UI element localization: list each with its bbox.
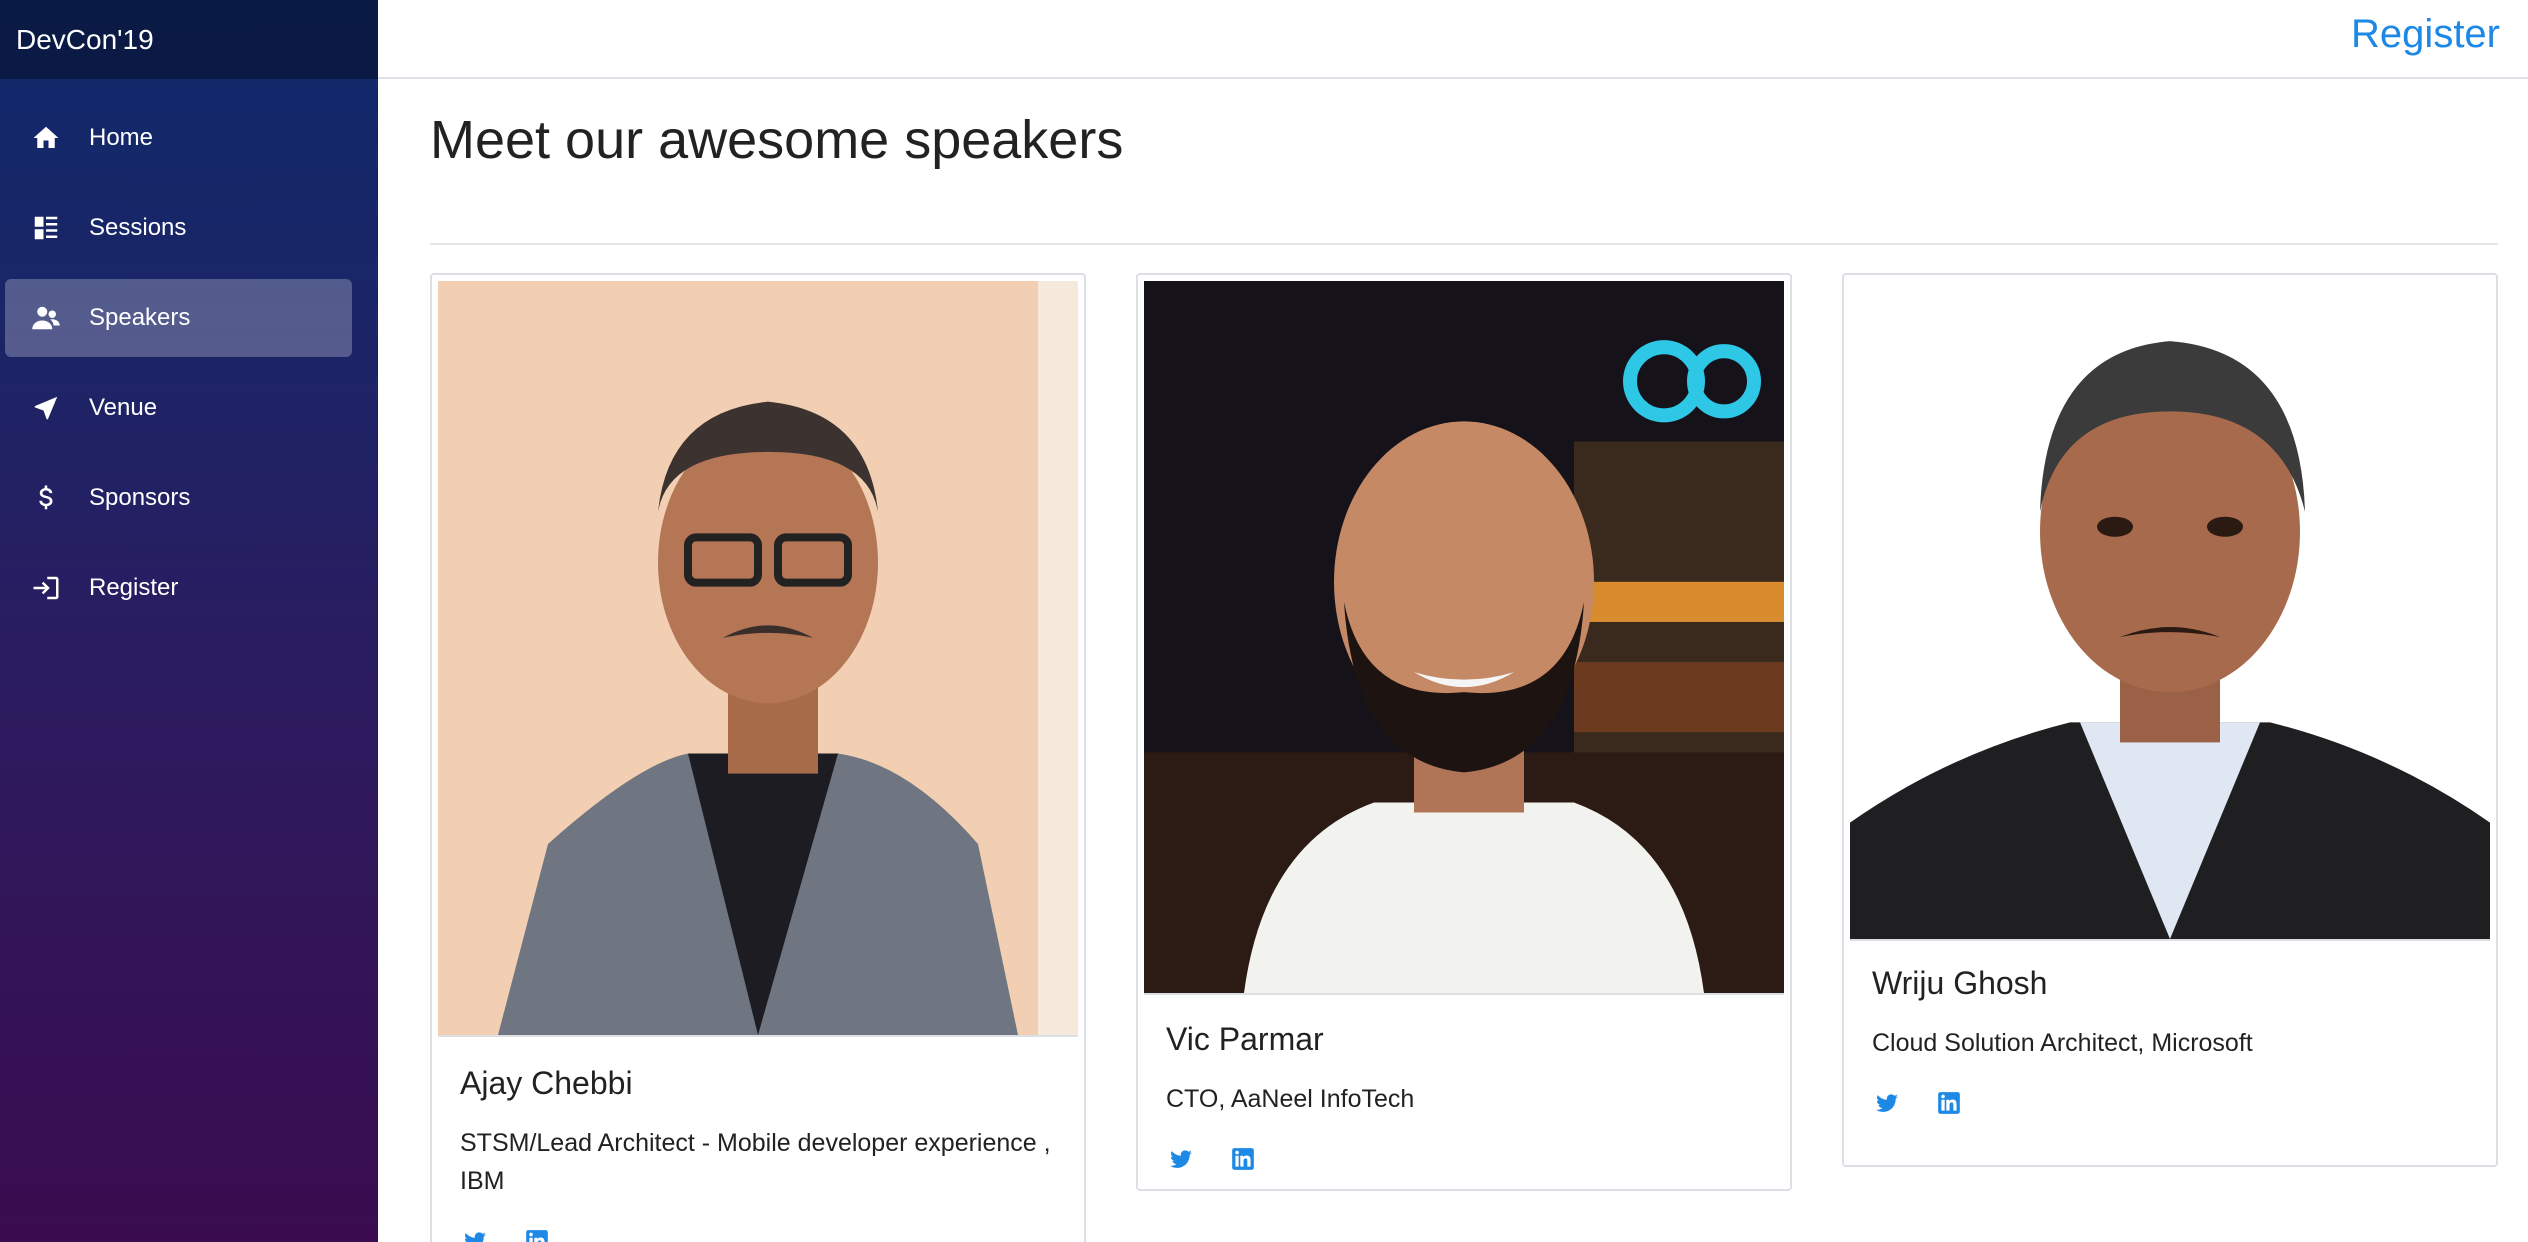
navigation-arrow-icon [29, 391, 63, 425]
speaker-info: Vic Parmar CTO, AaNeel InfoTech [1166, 1021, 1770, 1174]
people-icon [29, 301, 63, 335]
speaker-info: Wriju Ghosh Cloud Solution Architect, Mi… [1872, 965, 2476, 1118]
speaker-info: Ajay Chebbi STSM/Lead Architect - Mobile… [460, 1065, 1064, 1242]
register-link[interactable]: Register [2351, 12, 2500, 57]
social-links [460, 1226, 1064, 1242]
speaker-title: CTO, AaNeel InfoTech [1166, 1085, 1415, 1113]
twitter-icon[interactable] [1166, 1144, 1196, 1174]
speaker-card: Wriju Ghosh Cloud Solution Architect, Mi… [1842, 273, 2498, 1167]
sidebar-item-register[interactable]: Register [5, 549, 352, 627]
twitter-icon[interactable] [1872, 1088, 1902, 1118]
sidebar-item-speakers[interactable]: Speakers [5, 279, 352, 357]
twitter-icon[interactable] [460, 1226, 490, 1242]
linkedin-icon[interactable] [1934, 1088, 1964, 1118]
speaker-name: Vic Parmar [1166, 1021, 1324, 1057]
sidebar-item-venue[interactable]: Venue [5, 369, 352, 447]
sidebar-item-label: Register [89, 574, 179, 601]
login-icon [29, 571, 63, 605]
dollar-icon [29, 481, 63, 515]
social-links [1166, 1144, 1770, 1174]
list-icon [29, 211, 63, 245]
speaker-photo [438, 281, 1078, 1037]
top-bar: Register [378, 0, 2528, 79]
sidebar-item-label: Sponsors [89, 484, 191, 511]
speaker-name: Wriju Ghosh [1872, 965, 2048, 1001]
page-title: Meet our awesome speakers [430, 110, 1124, 170]
sidebar-item-label: Speakers [89, 304, 191, 331]
speaker-photo [1144, 281, 1784, 995]
brand-title[interactable]: DevCon'19 [0, 0, 378, 79]
speaker-card: Ajay Chebbi STSM/Lead Architect - Mobile… [430, 273, 1086, 1242]
divider [430, 243, 2498, 245]
sidebar-item-home[interactable]: Home [5, 99, 352, 177]
speaker-photo-image [1144, 281, 1784, 993]
speaker-name: Ajay Chebbi [460, 1065, 633, 1101]
linkedin-icon[interactable] [1228, 1144, 1258, 1174]
speaker-photo-image [1850, 281, 2490, 939]
speaker-title: STSM/Lead Architect - Mobile developer e… [460, 1129, 1051, 1195]
sidebar-item-sponsors[interactable]: Sponsors [5, 459, 352, 537]
linkedin-icon[interactable] [522, 1226, 552, 1242]
speaker-title: Cloud Solution Architect, Microsoft [1872, 1029, 2253, 1057]
speaker-photo [1850, 281, 2490, 941]
speaker-card: Vic Parmar CTO, AaNeel InfoTech [1136, 273, 1792, 1191]
main-content: Meet our awesome speakers Ajay Chebbi ST… [378, 79, 2528, 1242]
sidebar-item-sessions[interactable]: Sessions [5, 189, 352, 267]
speaker-photo-image [438, 281, 1078, 1035]
sidebar-item-label: Venue [89, 394, 158, 421]
sidebar-item-label: Sessions [89, 214, 187, 241]
sidebar-item-label: Home [89, 124, 154, 151]
sidebar-nav: Home Sessions Speakers Venue Sponsors Re… [0, 79, 378, 627]
sidebar: DevCon'19 Home Sessions Speakers Venue S… [0, 0, 378, 1242]
social-links [1872, 1088, 2476, 1118]
home-icon [29, 121, 63, 155]
